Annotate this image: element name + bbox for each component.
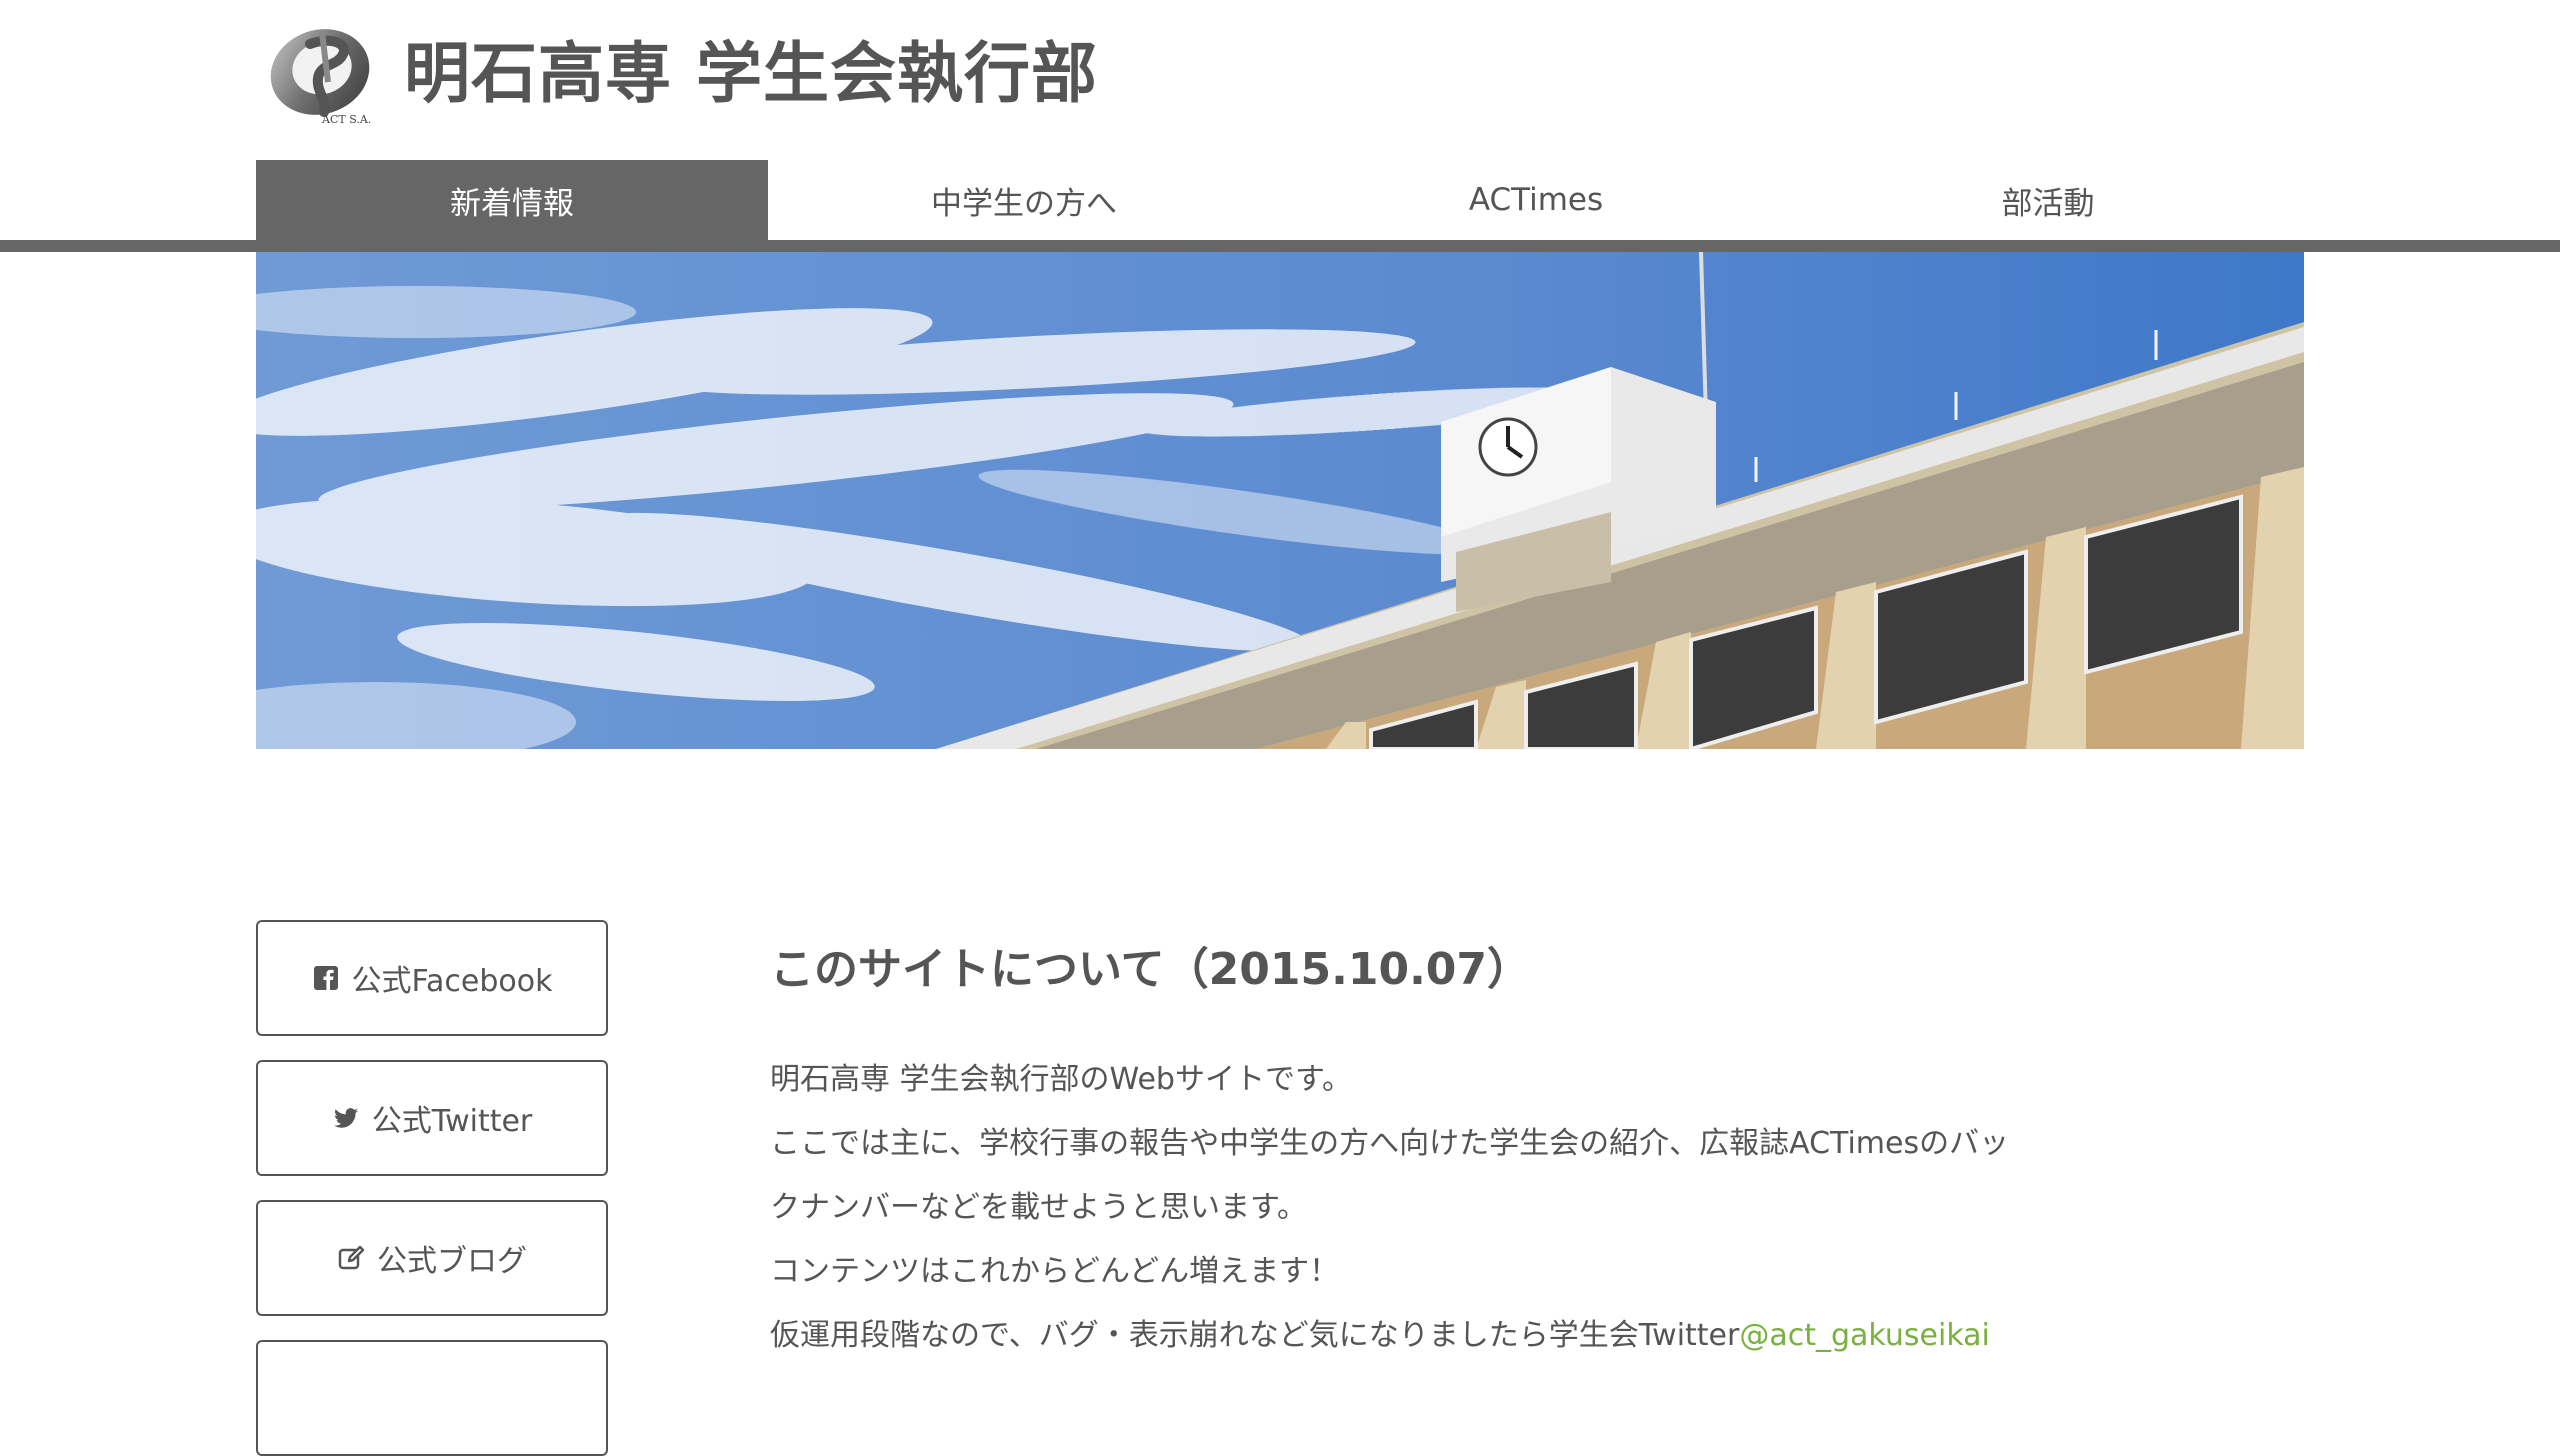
article-line: クナンバーなどを載せようと思います。 <box>770 1190 1307 1225</box>
edit-icon <box>337 1244 365 1272</box>
article-line: ここでは主に、学校行事の報告や中学生の方へ向けた学生会の紹介、広報誌ACTime… <box>770 1126 2010 1161</box>
article-line: コンテンツはこれからどんどん増えます！ <box>770 1254 1340 1289</box>
twitter-button[interactable]: 公式Twitter <box>256 1060 608 1176</box>
twitter-icon <box>332 1104 360 1132</box>
facebook-button[interactable]: 公式Facebook <box>256 920 608 1036</box>
sidebar-button-partial[interactable] <box>256 1340 608 1456</box>
article-line-with-link: 仮運用段階なので、バグ・表示崩れなど気になりましたら学生会Twitter@act… <box>770 1304 2110 1368</box>
article-body: 明石高専 学生会執行部のWebサイトです。 ここでは主に、学校行事の報告や中学生… <box>770 1048 2110 1368</box>
blog-button-label: 公式ブログ <box>377 1244 527 1279</box>
facebook-button-label: 公式Facebook <box>351 964 553 999</box>
nav-item-junior-high[interactable]: 中学生の方へ <box>768 160 1280 240</box>
article-line-text: 仮運用段階なので、バグ・表示崩れなど気になりましたら学生会Twitter <box>770 1318 1740 1353</box>
article-title: このサイトについて（2015.10.07） <box>770 944 1532 995</box>
twitter-account-link[interactable]: @act_gakuseikai <box>1739 1318 1990 1353</box>
main-nav: 新着情報 中学生の方へ ACTimes 部活動 <box>256 160 2304 240</box>
nav-underline <box>0 240 2560 252</box>
site-logo[interactable]: ACT S.A. <box>262 22 380 126</box>
hero-image <box>256 252 2304 749</box>
nav-item-news[interactable]: 新着情報 <box>256 160 768 240</box>
article-line: 明石高専 学生会執行部のWebサイトです。 <box>770 1062 1352 1097</box>
nav-item-actimes[interactable]: ACTimes <box>1280 160 1792 240</box>
blog-button[interactable]: 公式ブログ <box>256 1200 608 1316</box>
nav-item-clubs[interactable]: 部活動 <box>1792 160 2304 240</box>
facebook-icon <box>312 964 340 992</box>
site-title[interactable]: 明石高専 学生会執行部 <box>404 28 1098 118</box>
twitter-button-label: 公式Twitter <box>371 1104 533 1139</box>
logo-text: ACT S.A. <box>321 113 371 126</box>
logo-emblem-icon: ACT S.A. <box>270 29 371 126</box>
